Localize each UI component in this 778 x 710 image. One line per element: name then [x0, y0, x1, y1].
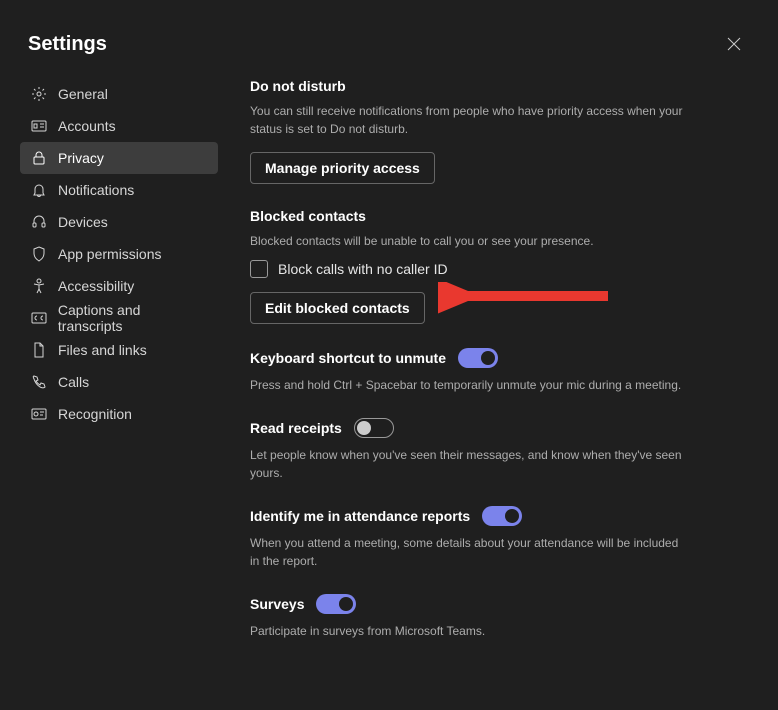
- dnd-description: You can still receive notifications from…: [250, 102, 688, 138]
- sidebar-item-label: Accounts: [58, 118, 116, 134]
- settings-header: Settings: [0, 0, 778, 78]
- person-icon: [30, 277, 48, 295]
- cc-icon: [30, 309, 48, 327]
- sidebar-item-notifications[interactable]: Notifications: [20, 174, 218, 206]
- receipts-description: Let people know when you've seen their m…: [250, 446, 688, 482]
- bell-icon: [30, 181, 48, 199]
- section-blocked-contacts: Blocked contacts Blocked contacts will b…: [250, 208, 688, 324]
- sidebar-item-label: Privacy: [58, 150, 104, 166]
- sidebar-item-label: Captions and transcripts: [58, 302, 208, 334]
- blocked-title: Blocked contacts: [250, 208, 688, 224]
- sidebar-item-accessibility[interactable]: Accessibility: [20, 270, 218, 302]
- sidebar-item-accounts[interactable]: Accounts: [20, 110, 218, 142]
- sidebar-item-label: Files and links: [58, 342, 147, 358]
- settings-content: Do not disturb You can still receive not…: [218, 78, 688, 640]
- surveys-description: Participate in surveys from Microsoft Te…: [250, 622, 688, 640]
- edit-blocked-contacts-button[interactable]: Edit blocked contacts: [250, 292, 425, 324]
- blocked-description: Blocked contacts will be unable to call …: [250, 232, 688, 250]
- headset-icon: [30, 213, 48, 231]
- sidebar-item-label: Devices: [58, 214, 108, 230]
- attendance-toggle[interactable]: [482, 506, 522, 526]
- shortcut-toggle[interactable]: [458, 348, 498, 368]
- section-surveys: Surveys Participate in surveys from Micr…: [250, 594, 688, 640]
- close-button[interactable]: [718, 28, 750, 60]
- sidebar-item-label: Notifications: [58, 182, 134, 198]
- sidebar-item-app-permissions[interactable]: App permissions: [20, 238, 218, 270]
- settings-sidebar: General Accounts Privacy Notifications D…: [20, 78, 218, 640]
- sidebar-item-calls[interactable]: Calls: [20, 366, 218, 398]
- sidebar-item-privacy[interactable]: Privacy: [20, 142, 218, 174]
- receipts-title: Read receipts: [250, 420, 342, 436]
- surveys-toggle[interactable]: [316, 594, 356, 614]
- badge-icon: [30, 405, 48, 423]
- section-keyboard-shortcut: Keyboard shortcut to unmute Press and ho…: [250, 348, 688, 394]
- phone-icon: [30, 373, 48, 391]
- receipts-toggle[interactable]: [354, 418, 394, 438]
- attendance-title: Identify me in attendance reports: [250, 508, 470, 524]
- sidebar-item-label: Calls: [58, 374, 89, 390]
- section-attendance: Identify me in attendance reports When y…: [250, 506, 688, 570]
- id-card-icon: [30, 117, 48, 135]
- sidebar-item-captions[interactable]: Captions and transcripts: [20, 302, 218, 334]
- dnd-title: Do not disturb: [250, 78, 688, 94]
- sidebar-item-general[interactable]: General: [20, 78, 218, 110]
- attendance-description: When you attend a meeting, some details …: [250, 534, 688, 570]
- sidebar-item-label: Accessibility: [58, 278, 134, 294]
- sidebar-item-label: General: [58, 86, 108, 102]
- block-no-caller-id-checkbox[interactable]: [250, 260, 268, 278]
- shortcut-description: Press and hold Ctrl + Spacebar to tempor…: [250, 376, 688, 394]
- close-icon: [727, 37, 741, 51]
- surveys-title: Surveys: [250, 596, 304, 612]
- section-do-not-disturb: Do not disturb You can still receive not…: [250, 78, 688, 184]
- block-no-caller-id-row: Block calls with no caller ID: [250, 260, 688, 278]
- manage-priority-access-button[interactable]: Manage priority access: [250, 152, 435, 184]
- shortcut-title: Keyboard shortcut to unmute: [250, 350, 446, 366]
- file-icon: [30, 341, 48, 359]
- sidebar-item-label: App permissions: [58, 246, 162, 262]
- sidebar-item-files[interactable]: Files and links: [20, 334, 218, 366]
- lock-icon: [30, 149, 48, 167]
- sidebar-item-label: Recognition: [58, 406, 132, 422]
- sidebar-item-recognition[interactable]: Recognition: [20, 398, 218, 430]
- shield-icon: [30, 245, 48, 263]
- section-read-receipts: Read receipts Let people know when you'v…: [250, 418, 688, 482]
- gear-icon: [30, 85, 48, 103]
- page-title: Settings: [28, 33, 107, 56]
- sidebar-item-devices[interactable]: Devices: [20, 206, 218, 238]
- block-no-caller-id-label: Block calls with no caller ID: [278, 261, 448, 277]
